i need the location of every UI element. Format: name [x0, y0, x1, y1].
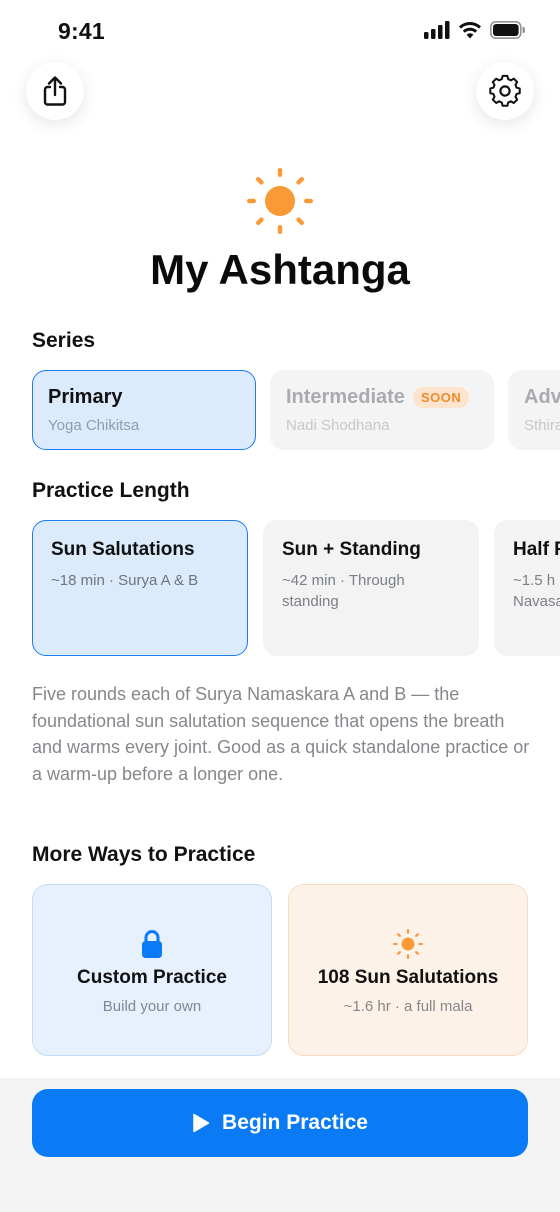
- status-icons: [424, 21, 526, 39]
- sun-icon: [393, 929, 423, 959]
- share-icon: [43, 76, 67, 106]
- battery-icon: [490, 21, 525, 39]
- length-name: Half P: [513, 539, 560, 560]
- more-ways-row: Custom Practice Build your own 108 Sun S…: [32, 884, 528, 1056]
- series-subtitle: Nadi Shodhana: [286, 417, 390, 434]
- wifi-icon: [459, 21, 481, 39]
- custom-practice-subtitle: Build your own: [102, 998, 202, 1015]
- length-card-sun-standing[interactable]: Sun + Standing ~42 min · Through standin…: [263, 520, 479, 656]
- length-name: Sun Salutations: [51, 539, 195, 560]
- soon-badge: SOON: [412, 387, 470, 408]
- more-ways-label: More Ways to Practice: [32, 843, 256, 866]
- play-icon: [193, 1113, 210, 1133]
- custom-practice-card[interactable]: Custom Practice Build your own: [32, 884, 272, 1056]
- series-name: Intermediate: [286, 386, 405, 408]
- status-time: 9:41: [58, 18, 105, 44]
- series-section-label: Series: [32, 329, 96, 352]
- series-name: Primary: [48, 386, 123, 408]
- 108-sun-salutations-title: 108 Sun Salutations: [317, 967, 499, 988]
- page-title: My Ashtanga: [150, 246, 410, 293]
- sun-icon: [247, 168, 313, 234]
- length-name: Sun + Standing: [282, 539, 421, 560]
- custom-practice-title: Custom Practice: [77, 967, 227, 988]
- length-card-sun-salutations[interactable]: Sun Salutations ~18 min · Surya A & B: [32, 520, 248, 656]
- gear-icon: [489, 74, 521, 107]
- length-card-half-primary[interactable]: Half P ~1.5 h Navasa: [494, 520, 560, 656]
- series-subtitle: Yoga Chikitsa: [48, 417, 140, 434]
- series-card-advanced[interactable]: Adv Sthira: [508, 370, 560, 450]
- practice-description: Five rounds each of Surya Namaskara A an…: [32, 684, 530, 784]
- length-detail: ~18 min · Surya A & B: [51, 572, 199, 589]
- series-subtitle: Sthira: [524, 417, 560, 434]
- series-card-primary[interactable]: Primary Yoga Chikitsa: [32, 370, 256, 450]
- status-bar: 9:41: [0, 0, 560, 64]
- settings-button[interactable]: [476, 62, 534, 120]
- lock-icon: [142, 930, 162, 958]
- length-detail: ~1.5 h Navasa: [513, 572, 560, 610]
- series-scroll-row[interactable]: Primary Yoga Chikitsa Intermediate SOON …: [32, 370, 560, 452]
- begin-practice-button[interactable]: Begin Practice: [32, 1089, 528, 1157]
- practice-length-scroll-row[interactable]: Sun Salutations ~18 min · Surya A & B Su…: [32, 520, 560, 658]
- cellular-signal-icon: [424, 21, 450, 39]
- length-detail: ~42 min · Through standing: [282, 572, 405, 610]
- practice-length-label: Practice Length: [32, 479, 190, 502]
- series-card-intermediate[interactable]: Intermediate SOON Nadi Shodhana: [270, 370, 494, 450]
- 108-sun-salutations-subtitle: ~1.6 hr · a full mala: [343, 998, 473, 1015]
- 108-sun-salutations-card[interactable]: 108 Sun Salutations ~1.6 hr · a full mal…: [288, 884, 528, 1056]
- series-name: Adv: [524, 386, 560, 408]
- begin-practice-label: Begin Practice: [222, 1111, 368, 1134]
- share-button[interactable]: [26, 62, 84, 120]
